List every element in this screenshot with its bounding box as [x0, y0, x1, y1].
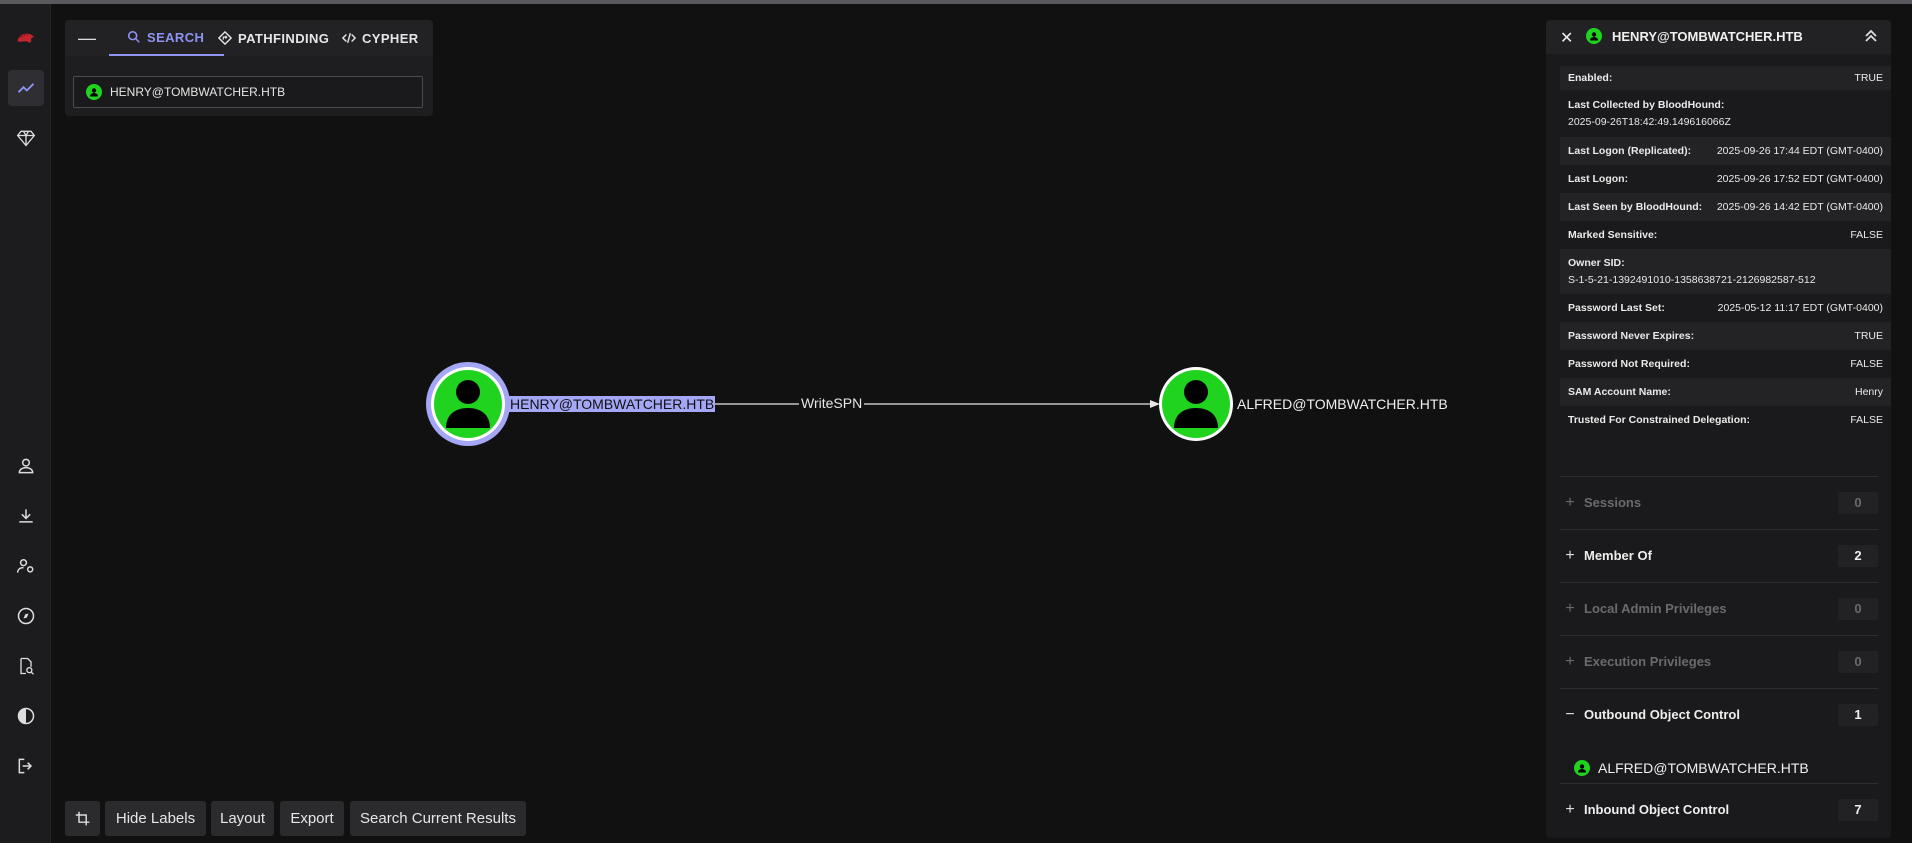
property-row: Trusted For Constrained Delegation: FALSE	[1568, 414, 1883, 426]
hide-labels-button[interactable]: Hide Labels	[105, 801, 206, 836]
search-panel: — SEARCH PATHFINDING CYPHER HENRY@TOMBWA…	[65, 20, 433, 116]
tab-search-label: SEARCH	[147, 29, 205, 45]
expand-icon: +	[1565, 599, 1575, 617]
user-node-icon	[1574, 760, 1590, 776]
property-row: Owner SID: S-1-5-21-1392491010-1358638721…	[1560, 249, 1891, 294]
section-member-of[interactable]: + Member Of 2	[1560, 529, 1878, 581]
property-row: Password Last Set: 2025-05-12 11:17 EDT (…	[1568, 302, 1883, 314]
code-icon	[342, 33, 356, 43]
section-count: 1	[1838, 703, 1878, 726]
tab-cypher-label: CYPHER	[362, 30, 419, 46]
property-row: Enabled: TRUE	[1560, 66, 1891, 90]
section-title: Sessions	[1584, 495, 1642, 510]
crop-icon[interactable]	[65, 801, 100, 836]
entity-header: ✕ HENRY@TOMBWATCHER.HTB	[1546, 20, 1891, 54]
section-title: Execution Privileges	[1584, 654, 1712, 669]
search-input-value: HENRY@TOMBWATCHER.HTB	[110, 85, 286, 99]
property-row: Last Logon (Replicated): 2025-09-26 17:44…	[1560, 137, 1891, 165]
search-icon	[127, 30, 140, 43]
expand-icon: +	[1565, 800, 1575, 818]
section-count: 0	[1838, 491, 1878, 514]
user-node-icon	[1586, 28, 1602, 44]
section-count: 0	[1838, 597, 1878, 620]
collapse-icon: −	[1565, 705, 1575, 723]
chevron-double-up-icon[interactable]	[1861, 26, 1881, 46]
search-current-results-button[interactable]: Search Current Results	[350, 801, 526, 836]
property-row: Last Logon: 2025-09-26 17:52 EDT (GMT-040…	[1568, 173, 1883, 185]
outbound-object-label: ALFRED@TOMBWATCHER.HTB	[1598, 760, 1809, 776]
section-inbound-object-control[interactable]: + Inbound Object Control 7	[1560, 783, 1878, 835]
property-row: Last Collected by BloodHound: 2025-09-26T…	[1568, 99, 1731, 128]
section-count: 2	[1838, 544, 1878, 567]
property-row: Password Not Required: FALSE	[1568, 358, 1883, 370]
property-row: Last Seen by BloodHound: 2025-09-26 14:42…	[1560, 193, 1891, 221]
entity-name: HENRY@TOMBWATCHER.HTB	[1612, 29, 1803, 44]
property-row: Marked Sensitive: FALSE	[1568, 229, 1883, 241]
section-outbound-object-control[interactable]: − Outbound Object Control 1	[1560, 688, 1878, 740]
tab-pathfinding-label: PATHFINDING	[238, 30, 330, 46]
property-row: SAM Account Name: Henry	[1560, 378, 1891, 406]
entity-info-panel: ✕ HENRY@TOMBWATCHER.HTB Enabled: TRUE Las…	[1546, 20, 1891, 838]
tab-pathfinding[interactable]: PATHFINDING	[218, 20, 329, 56]
section-title: Outbound Object Control	[1584, 707, 1740, 722]
export-button[interactable]: Export	[280, 801, 344, 836]
source-node-label[interactable]: HENRY@TOMBWATCHER.HTB	[509, 396, 716, 412]
section-count: 0	[1838, 650, 1878, 673]
tab-cypher[interactable]: CYPHER	[342, 20, 419, 56]
property-row: Password Never Expires: TRUE	[1560, 322, 1891, 350]
collapse-panel-button[interactable]: —	[77, 28, 97, 48]
expand-icon: +	[1565, 493, 1575, 511]
edge-label[interactable]: WriteSPN	[799, 395, 865, 411]
section-execution-privileges[interactable]: + Execution Privileges 0	[1560, 635, 1878, 687]
section-title: Local Admin Privileges	[1584, 601, 1727, 616]
expand-icon: +	[1565, 652, 1575, 670]
section-local-admin-privileges[interactable]: + Local Admin Privileges 0	[1560, 582, 1878, 634]
user-node-icon	[86, 84, 102, 100]
tab-search[interactable]: SEARCH	[109, 20, 225, 56]
route-icon	[218, 31, 232, 45]
target-node-label[interactable]: ALFRED@TOMBWATCHER.HTB	[1237, 396, 1448, 412]
section-title: Member Of	[1584, 548, 1652, 563]
section-count: 7	[1838, 798, 1878, 821]
search-tabs: — SEARCH PATHFINDING CYPHER	[65, 20, 433, 56]
search-input[interactable]: HENRY@TOMBWATCHER.HTB	[73, 76, 423, 108]
outbound-object-item[interactable]: ALFRED@TOMBWATCHER.HTB	[1574, 760, 1809, 776]
close-icon[interactable]: ✕	[1560, 28, 1573, 48]
expand-icon: +	[1565, 546, 1575, 564]
edge-arrowhead	[1150, 400, 1160, 408]
object-properties: Enabled: TRUE Last Collected by BloodHoun…	[1560, 66, 1891, 434]
section-sessions[interactable]: + Sessions 0	[1560, 476, 1878, 528]
layout-button[interactable]: Layout	[211, 801, 274, 836]
section-title: Inbound Object Control	[1584, 802, 1730, 817]
